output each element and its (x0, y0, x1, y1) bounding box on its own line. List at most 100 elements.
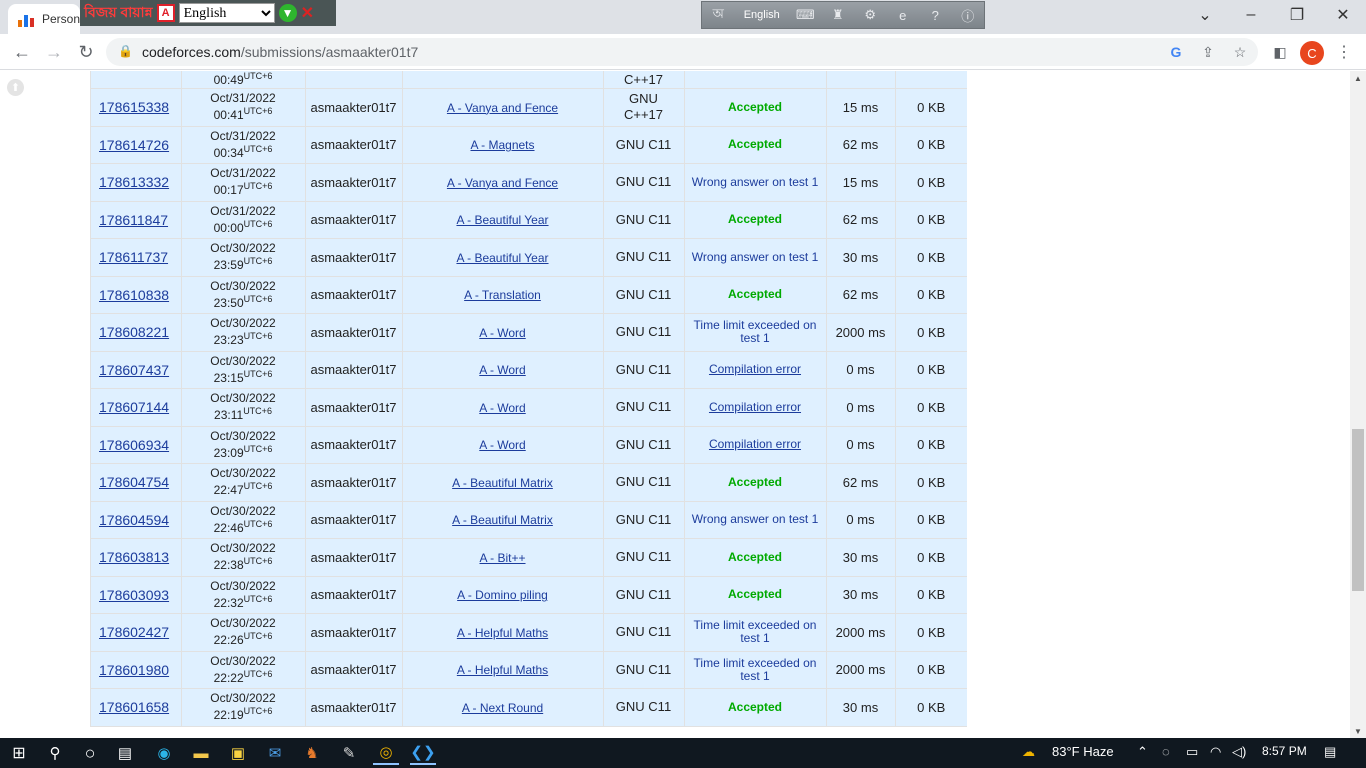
problem-link[interactable]: A - Bit++ (479, 551, 525, 565)
gear-icon[interactable]: ⚙ (863, 7, 877, 22)
windows-start-icon[interactable]: ⊞ (6, 741, 32, 765)
submission-id-link[interactable]: 178606934 (99, 437, 169, 453)
bookmark-star-icon[interactable]: ☆ (1232, 44, 1248, 60)
profile-avatar[interactable]: C (1300, 41, 1324, 65)
verdict-link[interactable]: Compilation error (709, 362, 801, 376)
weather-icon[interactable]: ☁ (1022, 744, 1035, 760)
problem-link[interactable]: A - Beautiful Year (456, 213, 548, 227)
battery-icon[interactable]: ▭ (1186, 744, 1198, 760)
problem-link[interactable]: A - Vanya and Fence (447, 101, 558, 115)
scroll-up-arrow-icon[interactable]: ▲ (1350, 71, 1366, 85)
submission-id-link[interactable]: 178613332 (99, 174, 169, 190)
game-icon[interactable]: ♞ (299, 741, 325, 765)
problem-link[interactable]: A - Helpful Maths (457, 626, 548, 640)
problem-link[interactable]: A - Domino piling (457, 588, 548, 602)
table-row: 178604754 Oct/30/2022 22:47UTC+6 asmaakter0… (91, 463, 967, 502)
problem-link[interactable]: A - Next Round (462, 701, 543, 715)
clock[interactable]: 8:57 PM (1262, 744, 1307, 758)
bangla-letter-icon[interactable]: অ (711, 6, 725, 22)
task-view-icon[interactable]: ▤ (112, 741, 138, 765)
browser-icon[interactable]: e (896, 8, 910, 23)
weather-text[interactable]: 83°F Haze (1052, 744, 1114, 759)
meet-icon[interactable]: ◌ (1162, 744, 1170, 759)
window-close-icon[interactable]: ✕ (1320, 0, 1366, 30)
page-scrollbar[interactable]: ▲ ▼ (1350, 71, 1366, 738)
info-icon[interactable]: ⓘ (961, 8, 975, 24)
scrollbar-thumb[interactable] (1352, 429, 1364, 591)
edge-icon[interactable]: ◉ (151, 741, 177, 765)
wifi-icon[interactable]: ◠ (1210, 744, 1221, 760)
download-icon[interactable]: ▼ (278, 4, 297, 22)
submission-time: 23:50 (213, 295, 244, 310)
mail-icon[interactable]: ✉ (262, 741, 288, 765)
bijoy-language-select[interactable]: English (178, 3, 275, 23)
problem-link[interactable]: A - Beautiful Year (456, 251, 548, 265)
verdict-link[interactable]: Compilation error (709, 400, 801, 414)
verdict: Accepted (684, 538, 827, 577)
minimize-icon[interactable]: – (1228, 0, 1274, 30)
help-icon[interactable]: ? (928, 8, 942, 23)
lock-icon[interactable]: 🔒 (118, 44, 133, 58)
scroll-down-arrow-icon[interactable]: ▼ (1350, 724, 1366, 738)
search-icon[interactable]: ⚲ (42, 741, 68, 765)
chess-icon[interactable]: ♜ (831, 7, 845, 22)
submission-id-link[interactable]: 178601980 (99, 662, 169, 678)
problem-link[interactable]: A - Beautiful Matrix (452, 513, 553, 527)
notifications-icon[interactable]: ▤ (1324, 744, 1336, 760)
submission-id-link[interactable]: 178601658 (99, 699, 169, 715)
side-panel-icon[interactable]: ◧ (1266, 38, 1294, 66)
close-icon[interactable]: ✕ (301, 3, 314, 23)
submission-id-link[interactable]: 178603093 (99, 587, 169, 603)
problem-link[interactable]: A - Helpful Maths (457, 663, 548, 677)
submission-id-link[interactable]: 178610838 (99, 287, 169, 303)
reload-icon[interactable]: ↻ (72, 38, 100, 66)
problem-link[interactable]: A - Word (479, 438, 525, 452)
problem-link[interactable]: A - Magnets (470, 138, 534, 152)
submission-user: asmaakter01t7 (305, 238, 403, 277)
time-used: 62 ms (826, 201, 896, 239)
language-bar-language[interactable]: English (744, 9, 780, 21)
store-icon[interactable]: ▣ (225, 741, 251, 765)
submission-id-link[interactable]: 178607144 (99, 399, 169, 415)
submission-id-link[interactable]: 178608221 (99, 324, 169, 340)
submission-id-link[interactable]: 178615338 (99, 99, 169, 115)
address-bar[interactable]: 🔒 codeforces.com/submissions/asmaakter01… (106, 38, 1258, 66)
submission-id-link[interactable]: 178614726 (99, 137, 169, 153)
keyboard-icon[interactable]: ⌨ (796, 7, 815, 22)
vscode-icon[interactable]: ❮❯ (410, 741, 436, 765)
problem-link[interactable]: A - Word (479, 363, 525, 377)
bijoy-toolbar: বিজয় বায়ান্ন A English ▼ ✕ (80, 0, 336, 26)
submission-id-link[interactable]: 178604754 (99, 474, 169, 490)
problem-link[interactable]: A - Translation (464, 288, 541, 302)
menu-dots-icon[interactable]: ⋮ (1334, 40, 1354, 64)
forward-icon[interactable]: → (40, 38, 68, 66)
notepad-icon[interactable]: ✎ (336, 741, 362, 765)
scroll-up-icon[interactable]: ⬆ (7, 79, 24, 96)
back-icon[interactable]: ← (8, 38, 36, 66)
submission-id-link[interactable]: 178607437 (99, 362, 169, 378)
tab-search-icon[interactable]: ⌄ (1182, 0, 1228, 30)
submission-id-link[interactable]: 178611737 (99, 249, 168, 265)
share-icon[interactable]: ⇪ (1200, 44, 1216, 60)
restore-icon[interactable]: ❐ (1274, 0, 1320, 30)
file-explorer-icon[interactable]: ▬ (188, 741, 214, 765)
submission-id-link[interactable]: 178602427 (99, 624, 169, 640)
problem-link[interactable]: A - Word (479, 326, 525, 340)
google-icon[interactable]: G (1168, 44, 1184, 60)
submission-id-link[interactable]: 178604594 (99, 512, 169, 528)
verdict-link[interactable]: Compilation error (709, 437, 801, 451)
table-row: 178607437 Oct/30/2022 23:15UTC+6 asmaakter0… (91, 351, 967, 389)
volume-icon[interactable]: ◁) (1232, 744, 1246, 760)
cortana-icon[interactable]: ○ (77, 741, 103, 765)
bijoy-a-icon[interactable]: A (156, 4, 175, 22)
submission-id-link[interactable]: 178611847 (99, 212, 168, 228)
problem-link[interactable]: A - Beautiful Matrix (452, 476, 553, 490)
chevron-up-icon[interactable]: ⌃ (1137, 744, 1148, 760)
problem-link[interactable]: A - Vanya and Fence (447, 176, 558, 190)
memory-used: 0 KB (895, 126, 967, 164)
browser-tab[interactable]: Person (8, 4, 80, 34)
url-text[interactable]: codeforces.com/submissions/asmaakter01t7 (142, 44, 418, 60)
problem-link[interactable]: A - Word (479, 401, 525, 415)
chrome-icon[interactable]: ◎ (373, 741, 399, 765)
submission-id-link[interactable]: 178603813 (99, 549, 169, 565)
